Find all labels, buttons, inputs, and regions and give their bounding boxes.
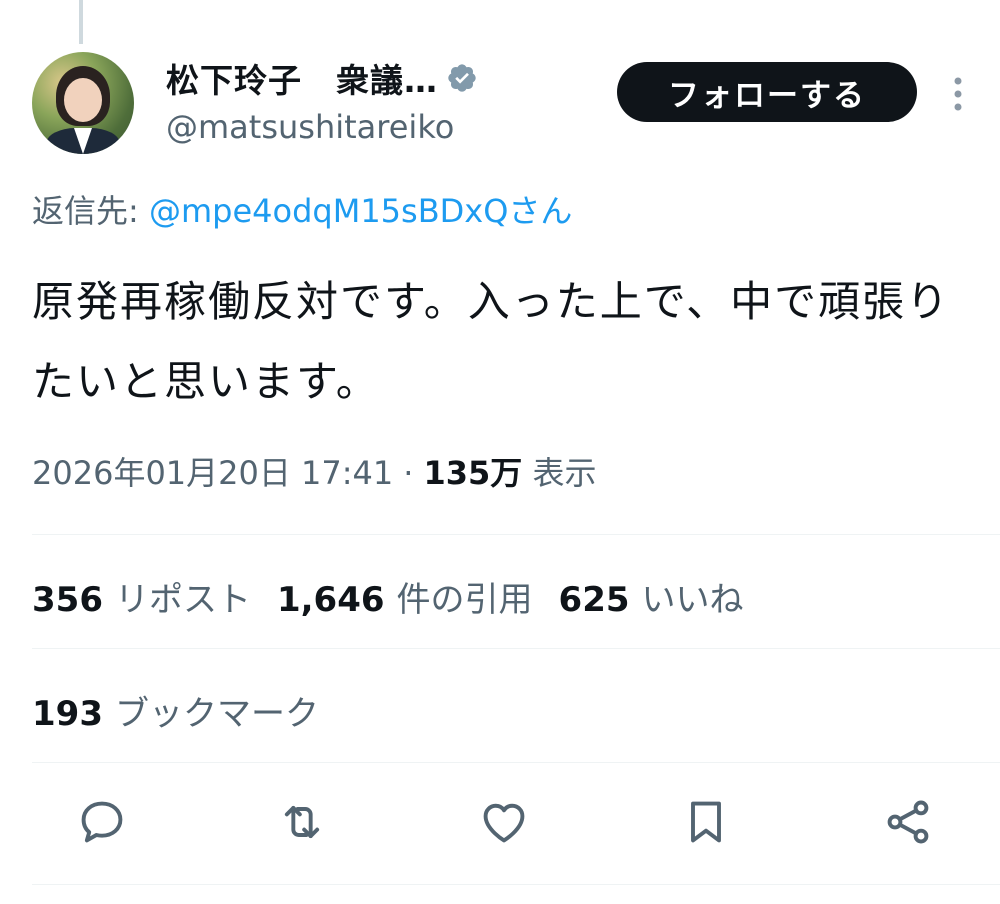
views-label: 表示 [532, 454, 597, 492]
likes-stat[interactable]: 625 いいね [559, 572, 744, 621]
reply-to-prefix: 返信先: [32, 192, 139, 230]
views-count: 135万 [423, 454, 523, 492]
reply-to-line: 返信先: @mpe4odqM15sBDxQさん [32, 186, 572, 232]
bookmarks-stat[interactable]: 193 ブックマーク [32, 686, 319, 735]
author-name-row[interactable]: 松下玲子 衆議… [166, 56, 478, 100]
share-button[interactable] [878, 790, 938, 854]
quotes-label: 件の引用 [396, 580, 533, 620]
author-display-name[interactable]: 松下玲子 衆議… [166, 54, 438, 102]
divider [32, 762, 1000, 763]
avatar[interactable] [32, 52, 134, 154]
more-vertical-icon[interactable] [948, 74, 968, 114]
bookmark-button[interactable] [676, 790, 736, 854]
share-icon [887, 800, 929, 844]
verified-badge-icon [448, 64, 476, 92]
tweet-timestamp[interactable]: 2026年01月20日 17:41 [32, 448, 393, 494]
like-icon [483, 803, 525, 843]
reply-icon [81, 801, 123, 843]
tweet-text: 原発再稼働反対です。入った上で、中で頑張りたいと思います。 [32, 277, 951, 406]
bookmarks-count: 193 [32, 694, 103, 734]
repost-icon [284, 805, 320, 839]
quotes-stat[interactable]: 1,646 件の引用 [277, 572, 533, 621]
divider [32, 648, 1000, 649]
divider [32, 884, 1000, 885]
quotes-count: 1,646 [276, 580, 385, 620]
bookmark-icon [691, 801, 721, 843]
thread-connector-line [79, 0, 83, 44]
divider [32, 534, 1000, 535]
tweet-meta: 2026年01月20日 17:41 · 135万 表示 [32, 448, 596, 494]
meta-separator: · [403, 454, 414, 492]
like-button[interactable] [474, 790, 534, 854]
likes-count: 625 [558, 580, 630, 620]
reposts-label: リポスト [114, 580, 251, 620]
reposts-stat[interactable]: 356 リポスト [32, 572, 251, 621]
engagement-stats: 356 リポスト 1,646 件の引用 625 いいね [32, 572, 744, 621]
repost-button[interactable] [272, 790, 332, 854]
reply-button[interactable] [72, 790, 132, 854]
likes-label: いいね [641, 580, 744, 620]
reply-to-mention-link[interactable]: @mpe4odqM15sBDxQさん [149, 192, 572, 230]
bookmarks-label: ブックマーク [114, 694, 319, 734]
tweet-action-bar [0, 790, 1000, 860]
follow-button[interactable]: フォローする [617, 62, 917, 122]
reposts-count: 356 [32, 580, 103, 620]
author-handle[interactable]: @matsushitareiko [166, 108, 454, 146]
